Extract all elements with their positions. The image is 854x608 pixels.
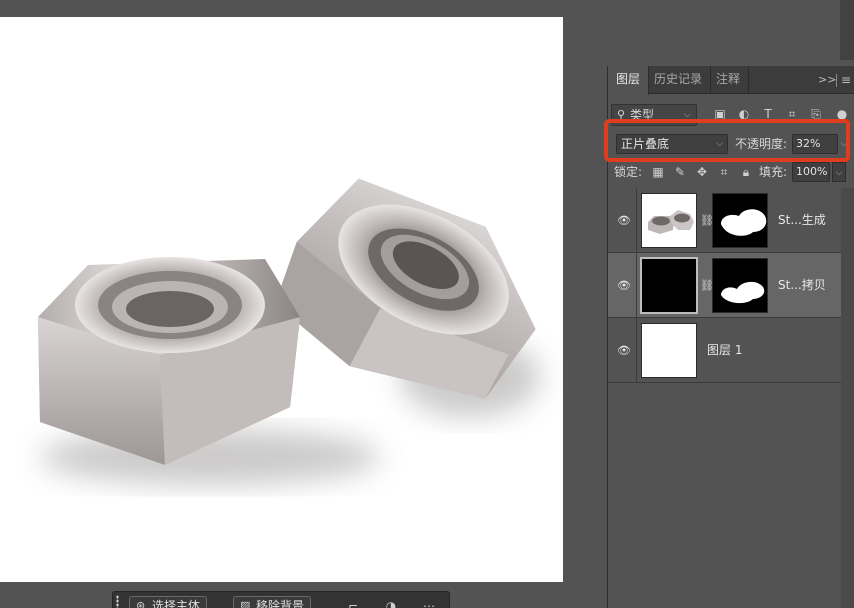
lock-pixels-icon[interactable]: ✎: [672, 162, 688, 182]
filter-row: ⚲ 类型 ⌵ ▣ ◐ T ⌗ ⎘ ●: [608, 104, 854, 126]
artboard-lock-icon[interactable]: ⌗: [716, 162, 732, 182]
eye-icon[interactable]: 👁︎: [616, 188, 632, 253]
blend-mode-value: 正片叠底: [621, 137, 670, 151]
scrollbar[interactable]: [841, 188, 854, 608]
chevron-down-icon: ⌵: [684, 110, 691, 120]
tab-notes[interactable]: 注释: [708, 66, 750, 94]
type-filter-icon[interactable]: T: [760, 106, 776, 122]
filter-type-select[interactable]: ⚲ 类型 ⌵: [611, 104, 697, 126]
black-fill-thumbnail[interactable]: [640, 257, 698, 314]
layer-name[interactable]: St...拷贝: [778, 253, 826, 318]
layer-name[interactable]: St...生成: [778, 188, 826, 253]
divider: [636, 253, 637, 318]
remove-background-button[interactable]: ▨ 移除背景: [233, 596, 312, 608]
blend-mode-select[interactable]: 正片叠底 ⌵: [616, 134, 728, 154]
divider: [636, 188, 637, 253]
drag-handle-icon[interactable]: [116, 595, 119, 608]
layer-row[interactable]: 👁︎ ⛓︎ St...生成: [608, 188, 841, 253]
smart-object-filter-icon[interactable]: ⎘: [808, 106, 824, 122]
tab-layers[interactable]: 图层: [608, 66, 650, 95]
blend-row: 正片叠底 ⌵ 不透明度: 32% ⌵: [608, 132, 854, 156]
divider: [836, 74, 837, 87]
lock-position-icon[interactable]: ✥: [694, 162, 710, 182]
filter-type-label: 类型: [630, 108, 655, 122]
search-icon: ⚲: [617, 108, 626, 121]
chevron-down-icon[interactable]: ⌵: [838, 134, 850, 154]
link-icon[interactable]: ⛓︎: [700, 188, 714, 253]
white-fill-thumbnail[interactable]: [641, 323, 697, 378]
mask-thumbnail[interactable]: [712, 258, 768, 313]
opacity-label: 不透明度:: [735, 137, 788, 151]
lock-transparency-icon[interactable]: ▦: [650, 162, 666, 182]
fill-label: 填充:: [759, 165, 788, 179]
panel-menu-icon[interactable]: ≡: [841, 66, 851, 94]
adjustment-icon[interactable]: ◑: [383, 598, 399, 608]
document-canvas[interactable]: [0, 17, 563, 582]
double-chevron-right-icon[interactable]: >>: [818, 66, 836, 94]
lock-all-icon[interactable]: 🔒︎: [738, 162, 754, 182]
contextual-task-bar: ⊛ 选择主体 ▨ 移除背景 ⌐ ◑ ⋯: [112, 591, 450, 608]
layers-panel: 图层 历史记录 注释 >> ≡ ⚲ 类型 ⌵ ▣ ◐ T ⌗ ⎘ ● 正片叠底 …: [607, 66, 854, 608]
remove-background-label: 移除背景: [256, 599, 305, 608]
lock-label: 锁定:: [614, 165, 643, 179]
layer-row[interactable]: 👁︎ ⛓︎ St...拷贝: [608, 253, 841, 318]
adjustment-filter-icon[interactable]: ◐: [736, 106, 752, 122]
crop-icon[interactable]: ⌐: [345, 598, 361, 608]
layer-name[interactable]: 图层 1: [707, 318, 742, 383]
fill-input[interactable]: 100%: [792, 162, 830, 182]
window-edge: [840, 0, 854, 60]
remove-background-icon: ▨: [240, 599, 251, 608]
shape-filter-icon[interactable]: ⌗: [784, 106, 800, 122]
opacity-input[interactable]: 32%: [792, 134, 838, 154]
tab-history[interactable]: 历史记录: [646, 66, 712, 94]
image-filter-icon[interactable]: ▣: [712, 106, 728, 122]
lock-row: 锁定: ▦ ✎ ✥ ⌗ 🔒︎ 填充: 100% ⌵: [608, 162, 854, 182]
panel-tab-bar: 图层 历史记录 注释 >> ≡: [608, 66, 854, 95]
more-options-icon[interactable]: ⋯: [421, 598, 437, 608]
filter-toggle-icon[interactable]: ●: [834, 106, 850, 122]
mask-thumbnail[interactable]: [712, 193, 768, 248]
divider: [636, 318, 637, 383]
chevron-down-icon: ⌵: [716, 139, 723, 149]
layer-row[interactable]: 👁︎ 图层 1: [608, 318, 841, 383]
select-subject-button[interactable]: ⊛ 选择主体: [129, 596, 208, 608]
eye-icon[interactable]: 👁︎: [616, 318, 632, 383]
select-subject-icon: ⊛: [136, 599, 146, 608]
select-subject-label: 选择主体: [152, 599, 201, 608]
eye-icon[interactable]: 👁︎: [616, 253, 632, 318]
link-icon[interactable]: ⛓︎: [700, 253, 714, 318]
hex-nuts-image: [38, 178, 540, 485]
chevron-down-icon[interactable]: ⌵: [832, 162, 846, 182]
nuts-thumbnail[interactable]: [641, 193, 697, 248]
